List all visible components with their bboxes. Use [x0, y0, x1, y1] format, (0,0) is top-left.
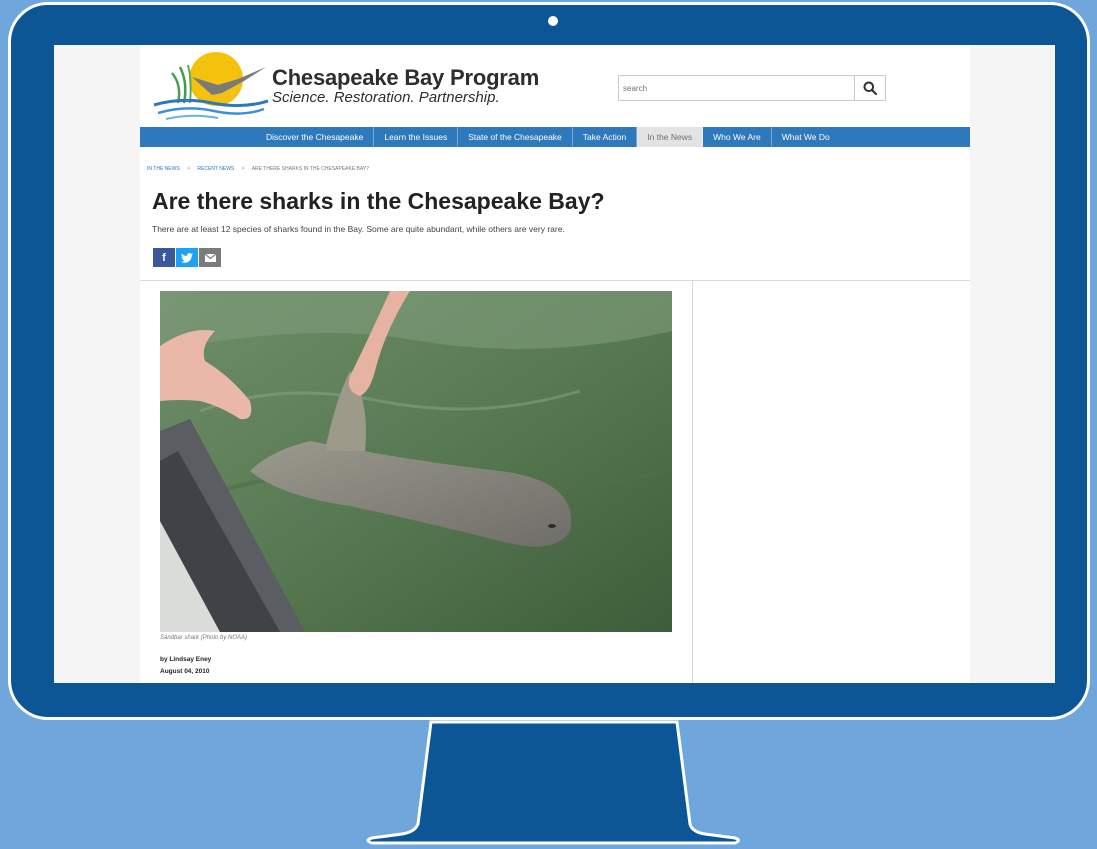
article-lede: There are at least 12 species of sharks …	[152, 224, 565, 234]
facebook-share-button[interactable]: f	[153, 248, 175, 267]
nav-item-who-we-are[interactable]: Who We Are	[703, 127, 772, 147]
nav-item-what-we-do[interactable]: What We Do	[772, 127, 840, 147]
breadcrumb-separator: >	[241, 166, 245, 172]
main-nav: Discover the Chesapeake Learn the Issues…	[140, 127, 970, 147]
article-date: August 04, 2010	[160, 668, 210, 675]
nav-item-discover[interactable]: Discover the Chesapeake	[256, 127, 375, 147]
envelope-icon	[204, 253, 216, 262]
article-byline: by Lindsay Eney	[160, 656, 212, 663]
twitter-share-button[interactable]	[176, 248, 198, 267]
article-title: Are there sharks in the Chesapeake Bay?	[152, 188, 605, 214]
nav-item-learn-the-issues[interactable]: Learn the Issues	[374, 127, 459, 147]
webcam-dot	[548, 16, 558, 26]
site-tagline: Science. Restoration. Partnership.	[272, 89, 500, 106]
facebook-icon: f	[162, 251, 166, 264]
site-logo-icon[interactable]	[152, 51, 268, 121]
email-share-button[interactable]	[199, 248, 221, 267]
breadcrumb: IN THE NEWS > RECENT NEWS > ARE THERE SH…	[147, 166, 369, 172]
article-photo	[160, 291, 672, 632]
breadcrumb-separator: >	[187, 166, 191, 172]
twitter-icon	[181, 252, 193, 263]
breadcrumb-link-in-the-news[interactable]: IN THE NEWS	[147, 166, 180, 172]
breadcrumb-current: ARE THERE SHARKS IN THE CHESAPEAKE BAY?	[251, 166, 369, 172]
monitor-stand	[366, 720, 740, 845]
photo-caption: Sandbar shark (Photo by NOAA)	[160, 635, 248, 641]
breadcrumb-link-recent-news[interactable]: RECENT NEWS	[197, 166, 234, 172]
nav-item-in-the-news[interactable]: In the News	[637, 127, 704, 147]
sidebar-divider	[692, 281, 693, 683]
search-input[interactable]	[619, 76, 855, 100]
nav-item-take-action[interactable]: Take Action	[573, 127, 638, 147]
web-page: Chesapeake Bay Program Science. Restorat…	[140, 45, 970, 683]
search-button[interactable]	[854, 76, 885, 100]
nav-item-state-of-the-chesapeake[interactable]: State of the Chesapeake	[458, 127, 573, 147]
site-header: Chesapeake Bay Program Science. Restorat…	[140, 45, 970, 127]
content-divider	[140, 280, 970, 281]
search-icon	[863, 81, 877, 95]
share-bar: f	[153, 248, 221, 267]
search-box	[618, 75, 886, 101]
monitor-screen: Chesapeake Bay Program Science. Restorat…	[54, 45, 1055, 683]
site-title[interactable]: Chesapeake Bay Program	[272, 65, 539, 91]
